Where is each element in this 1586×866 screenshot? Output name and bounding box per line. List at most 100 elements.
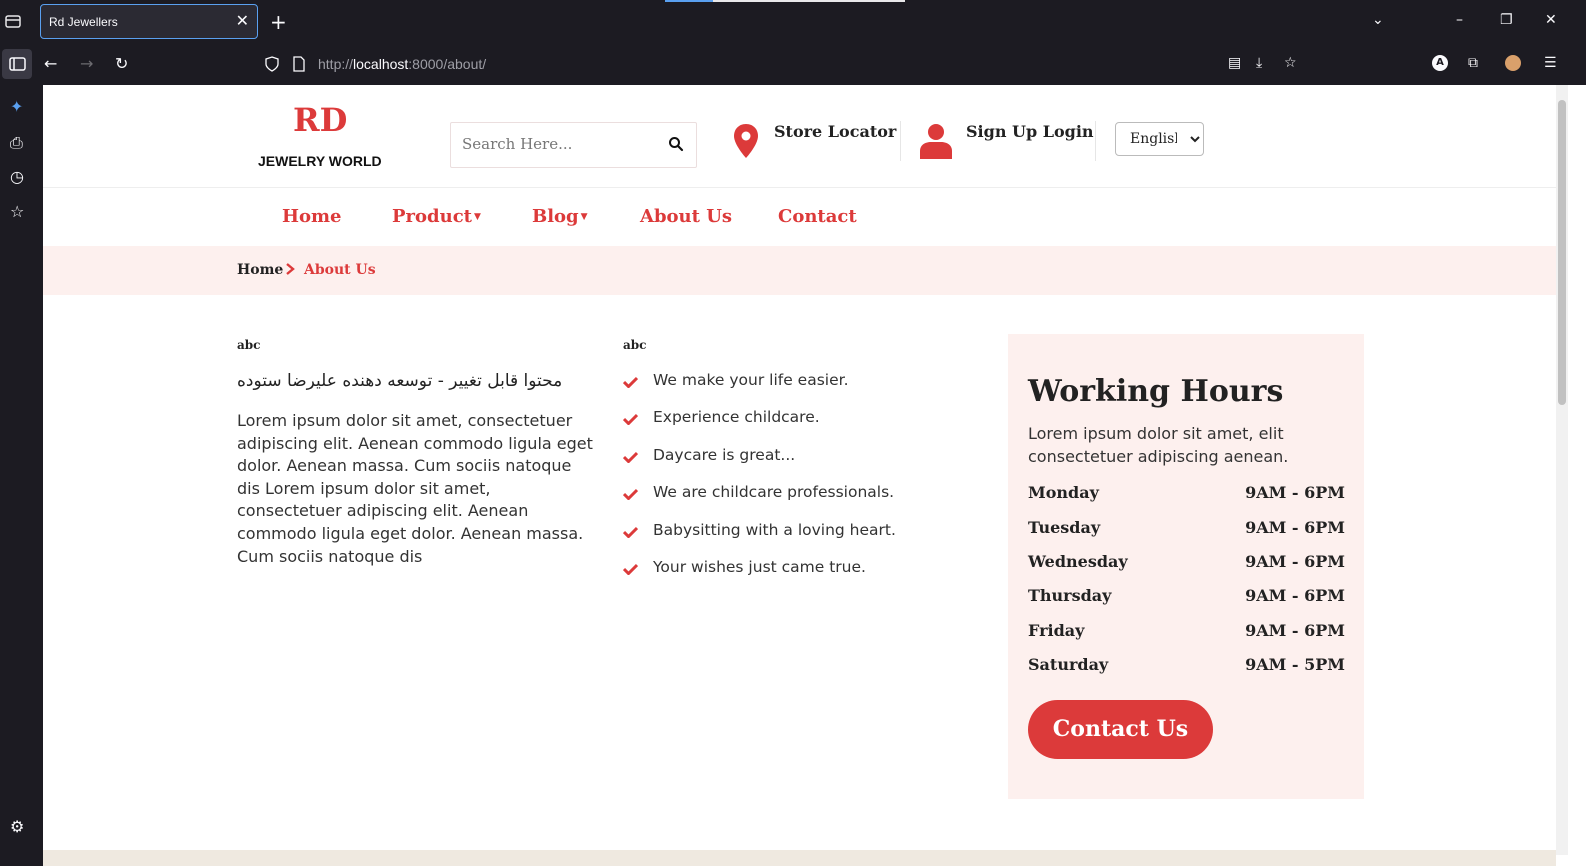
- header-divider: [1095, 121, 1096, 161]
- page-info-icon[interactable]: [292, 56, 306, 72]
- hours-day: Monday: [1028, 483, 1099, 502]
- list-item-text: Babysitting with a loving heart.: [653, 520, 896, 539]
- hours-time: 9AM - 5PM: [1245, 655, 1345, 674]
- ai-sparkle-icon[interactable]: ✦: [10, 97, 23, 116]
- hours-time: 9AM - 6PM: [1245, 621, 1345, 640]
- bookmark-star-icon[interactable]: ☆: [1284, 55, 1297, 71]
- left-section-tag: abc: [237, 338, 261, 352]
- url-path: :8000/about/: [408, 56, 487, 72]
- url-text[interactable]: http://localhost:8000/about/: [318, 56, 486, 72]
- hours-day: Wednesday: [1028, 552, 1128, 571]
- menu-item-home[interactable]: Home: [282, 206, 342, 227]
- arabic-heading: محتوا قابل تغییر - توسعه دهنده علیرضا ست…: [237, 371, 563, 391]
- account-icon[interactable]: A: [1432, 55, 1448, 71]
- menu-item-label: Home: [282, 206, 342, 227]
- menu-item-blog[interactable]: Blog ▼: [532, 206, 588, 227]
- check-icon: [623, 526, 638, 538]
- check-icon: [623, 563, 638, 575]
- menu-item-contact[interactable]: Contact: [778, 206, 857, 227]
- signup-login-link[interactable]: Sign Up Login: [966, 122, 1094, 141]
- hours-time: 9AM - 6PM: [1245, 586, 1345, 605]
- user-icon: [920, 124, 952, 159]
- hours-time: 9AM - 6PM: [1245, 483, 1345, 502]
- menu-item-about[interactable]: About Us: [640, 206, 732, 227]
- about-paragraph: Lorem ipsum dolor sit amet, consectetuer…: [237, 411, 593, 566]
- list-item: Your wishes just came true.: [623, 558, 896, 595]
- hours-day: Thursday: [1028, 586, 1112, 605]
- pocket-icon[interactable]: ⤓: [1256, 55, 1262, 71]
- list-item: Daycare is great...: [623, 446, 896, 483]
- profile-avatar-icon[interactable]: [1505, 55, 1521, 71]
- extensions-icon[interactable]: ⧉: [1468, 55, 1478, 71]
- settings-gear-icon[interactable]: ⚙: [10, 817, 24, 836]
- sidebar-toggle-button[interactable]: [2, 49, 32, 79]
- hours-day: Tuesday: [1028, 518, 1101, 537]
- hours-row: Thursday 9AM - 6PM: [1028, 586, 1345, 610]
- search-box: [450, 122, 697, 168]
- reader-view-icon[interactable]: ▤: [1228, 55, 1241, 71]
- browser-tab-bar: Rd Jewellers ✕ + ⌄ – ❐ ✕: [0, 0, 1586, 43]
- main-menu: Home Product ▼ Blog ▼ About Us Contact: [43, 188, 1556, 246]
- url-host: localhost: [353, 56, 409, 72]
- sidebar-icon: [9, 57, 26, 71]
- menu-icon[interactable]: ☰: [1544, 55, 1557, 71]
- shield-icon[interactable]: [264, 56, 280, 72]
- working-hours-title: Working Hours: [1028, 374, 1284, 409]
- menu-item-label: Product: [392, 206, 472, 227]
- list-item: We are childcare professionals.: [623, 483, 896, 520]
- browser-side-rail: ✦ ⎙ ◷ ☆ ⚙: [0, 85, 43, 866]
- list-item: Babysitting with a loving heart.: [623, 521, 896, 558]
- bottom-edge: [43, 850, 1556, 866]
- tab-indicator-active: [665, 0, 713, 2]
- hours-time: 9AM - 6PM: [1245, 552, 1345, 571]
- list-item: We make your life easier.: [623, 371, 896, 408]
- list-item-text: Your wishes just came true.: [653, 557, 866, 576]
- browser-tab[interactable]: Rd Jewellers ✕: [40, 4, 258, 39]
- caret-down-icon: ▼: [473, 212, 481, 222]
- feature-checklist: We make your life easier. Experience chi…: [623, 371, 896, 595]
- synced-tabs-icon[interactable]: ⎙: [10, 133, 23, 153]
- forward-icon[interactable]: →: [80, 54, 93, 73]
- web-page: RD JEWELRY WORLD Store Locator Sign Up L…: [43, 85, 1556, 850]
- contact-us-button[interactable]: Contact Us: [1028, 700, 1213, 759]
- breadcrumb-current: About Us: [304, 262, 376, 278]
- store-locator-link[interactable]: Store Locator: [774, 122, 896, 141]
- new-tab-button[interactable]: +: [270, 10, 287, 34]
- breadcrumb-home[interactable]: Home: [237, 262, 283, 278]
- close-tab-icon[interactable]: ✕: [236, 11, 249, 31]
- menu-item-label: Contact: [778, 206, 857, 227]
- list-item-text: Daycare is great...: [653, 445, 796, 464]
- history-icon[interactable]: ◷: [10, 167, 24, 186]
- url-scheme: http://: [318, 56, 354, 72]
- hours-row: Saturday 9AM - 5PM: [1028, 655, 1345, 679]
- logo-subtitle[interactable]: JEWELRY WORLD: [258, 153, 382, 169]
- bookmarks-icon[interactable]: ☆: [10, 202, 24, 221]
- search-icon[interactable]: [668, 136, 684, 152]
- chevron-right-icon: [286, 263, 295, 275]
- working-hours-panel: Working Hours Lorem ipsum dolor sit amet…: [1008, 334, 1364, 799]
- check-icon: [623, 451, 638, 463]
- menu-item-label: About Us: [640, 206, 733, 227]
- window-close-icon[interactable]: ✕: [1545, 12, 1557, 28]
- minimize-icon[interactable]: –: [1456, 12, 1463, 28]
- hours-day: Friday: [1028, 621, 1085, 640]
- right-section-tag: abc: [623, 338, 647, 352]
- menu-item-product[interactable]: Product ▼: [392, 206, 481, 227]
- reload-icon[interactable]: ↻: [115, 54, 128, 73]
- search-input[interactable]: [462, 135, 662, 153]
- check-icon: [623, 414, 638, 426]
- tab-overflow-icon[interactable]: ⌄: [1372, 12, 1384, 28]
- hours-row: Wednesday 9AM - 6PM: [1028, 552, 1345, 576]
- back-icon[interactable]: ←: [44, 54, 57, 73]
- logo-main[interactable]: RD: [293, 101, 347, 139]
- list-item-text: Experience childcare.: [653, 408, 820, 427]
- list-item: Experience childcare.: [623, 408, 896, 445]
- language-select[interactable]: English: [1115, 122, 1204, 156]
- tab-list-icon[interactable]: [4, 12, 22, 30]
- check-icon: [623, 376, 638, 388]
- menu-item-label: Blog: [532, 206, 579, 227]
- restore-icon[interactable]: ❐: [1500, 12, 1513, 28]
- hours-time: 9AM - 6PM: [1245, 518, 1345, 537]
- hours-row: Monday 9AM - 6PM: [1028, 483, 1345, 507]
- scrollbar-thumb[interactable]: [1558, 100, 1566, 405]
